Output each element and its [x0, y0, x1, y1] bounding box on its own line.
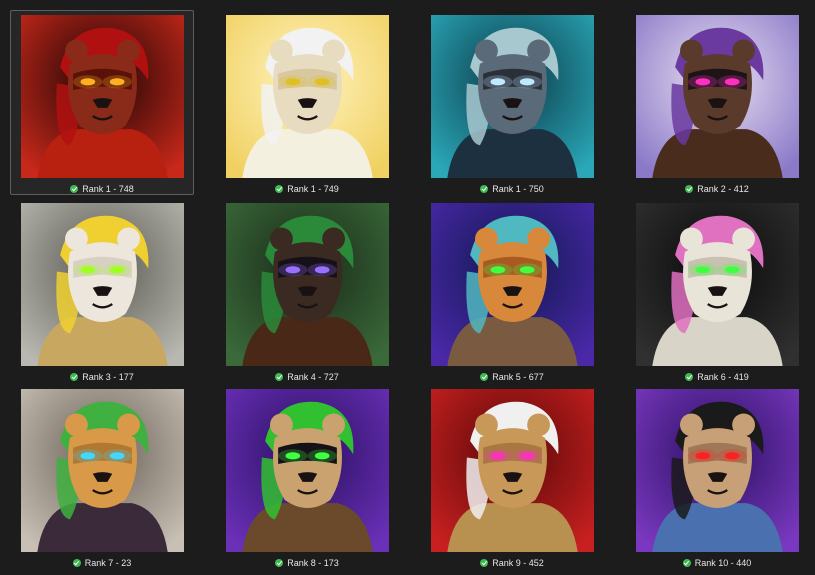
- sync-status-icon: [70, 373, 79, 381]
- item-label: Rank 5 - 677: [492, 372, 544, 382]
- item-label: Rank 9 - 452: [492, 558, 544, 568]
- sync-status-icon: [275, 185, 284, 193]
- black-hair-lioness-portrait-icon[interactable]: [636, 389, 799, 552]
- gallery-item[interactable]: Rank 1 - 748: [10, 10, 194, 195]
- teal-lioness-portrait-icon[interactable]: [431, 15, 594, 178]
- item-label: Rank 8 - 173: [287, 558, 339, 568]
- pirate-tiger-portrait-icon[interactable]: [21, 389, 184, 552]
- gallery-item[interactable]: Rank 8 - 173: [215, 384, 399, 569]
- gallery-item[interactable]: Rank 10 - 440: [625, 384, 809, 569]
- gallery-item[interactable]: Rank 5 - 677: [420, 198, 604, 383]
- item-caption: Rank 1 - 749: [216, 182, 398, 196]
- item-label: Rank 3 - 177: [82, 372, 134, 382]
- item-label: Rank 10 - 440: [694, 558, 752, 568]
- sync-status-icon: [275, 559, 284, 567]
- item-caption: Rank 8 - 173: [216, 556, 398, 570]
- gallery-item[interactable]: Rank 1 - 749: [215, 10, 399, 195]
- sync-status-icon: [480, 185, 489, 193]
- item-caption: Rank 1 - 750: [421, 182, 603, 196]
- item-caption: Rank 1 - 748: [11, 182, 193, 196]
- item-label: Rank 1 - 749: [287, 184, 339, 194]
- gallery-item[interactable]: Rank 7 - 23: [10, 384, 194, 569]
- item-label: Rank 7 - 23: [84, 558, 132, 568]
- sync-status-icon: [682, 559, 691, 567]
- leopard-lioness-portrait-icon[interactable]: [636, 203, 799, 366]
- gallery-item[interactable]: Rank 1 - 750: [420, 10, 604, 195]
- blonde-lioness-portrait-icon[interactable]: [21, 203, 184, 366]
- purple-lioness-portrait-icon[interactable]: [636, 15, 799, 178]
- sync-status-icon: [275, 373, 284, 381]
- gallery-item[interactable]: Rank 9 - 452: [420, 384, 604, 569]
- item-caption: Rank 7 - 23: [11, 556, 193, 570]
- red-winged-lion-portrait-icon[interactable]: [21, 15, 184, 178]
- item-caption: Rank 6 - 419: [626, 370, 808, 384]
- sync-status-icon: [72, 559, 81, 567]
- tiger-lioness-portrait-icon[interactable]: [431, 203, 594, 366]
- item-label: Rank 4 - 727: [287, 372, 339, 382]
- sync-status-icon: [70, 185, 79, 193]
- image-gallery: Rank 1 - 748 Rank 1 - 749 Rank 1 - 750 R…: [0, 0, 815, 575]
- golden-lioness-portrait-icon[interactable]: [226, 15, 389, 178]
- gallery-item[interactable]: Rank 3 - 177: [10, 198, 194, 383]
- white-hair-lioness-portrait-icon[interactable]: [431, 389, 594, 552]
- item-label: Rank 2 - 412: [697, 184, 749, 194]
- item-caption: Rank 5 - 677: [421, 370, 603, 384]
- item-label: Rank 1 - 748: [82, 184, 134, 194]
- item-label: Rank 6 - 419: [697, 372, 749, 382]
- green-hair-lioness-portrait-icon[interactable]: [226, 389, 389, 552]
- gallery-item[interactable]: Rank 2 - 412: [625, 10, 809, 195]
- item-caption: Rank 3 - 177: [11, 370, 193, 384]
- item-label: Rank 1 - 750: [492, 184, 544, 194]
- sync-status-icon: [685, 373, 694, 381]
- sync-status-icon: [480, 373, 489, 381]
- item-caption: Rank 10 - 440: [626, 556, 808, 570]
- gallery-item[interactable]: Rank 6 - 419: [625, 198, 809, 383]
- item-caption: Rank 4 - 727: [216, 370, 398, 384]
- sync-status-icon: [480, 559, 489, 567]
- archer-lioness-portrait-icon[interactable]: [226, 203, 389, 366]
- gallery-item[interactable]: Rank 4 - 727: [215, 198, 399, 383]
- sync-status-icon: [685, 185, 694, 193]
- item-caption: Rank 2 - 412: [626, 182, 808, 196]
- item-caption: Rank 9 - 452: [421, 556, 603, 570]
